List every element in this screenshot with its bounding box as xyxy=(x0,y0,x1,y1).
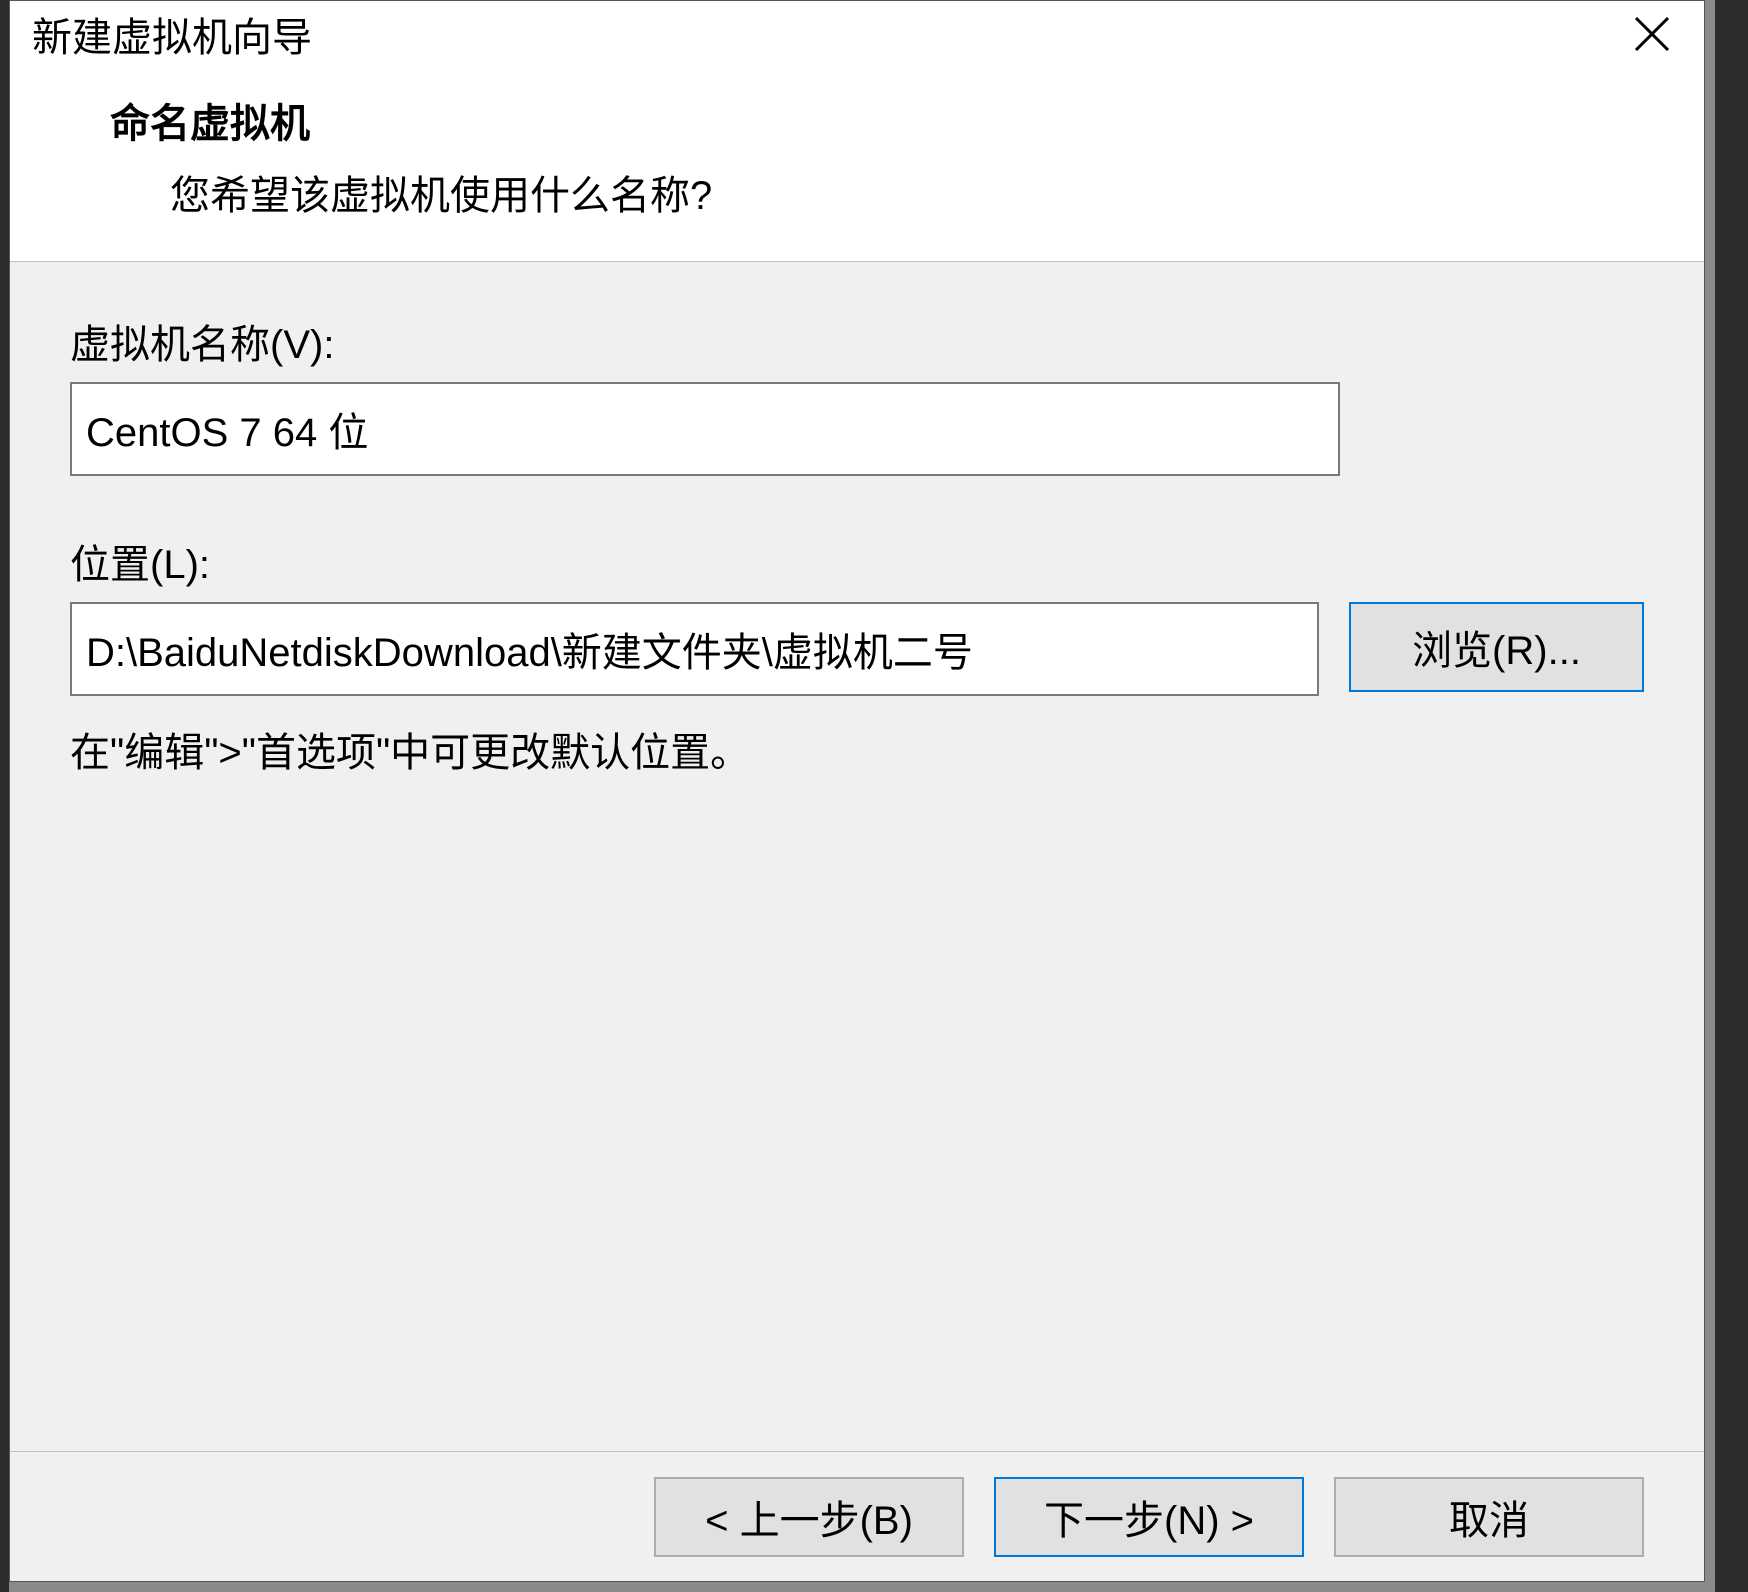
cancel-button[interactable]: 取消 xyxy=(1334,1477,1644,1557)
location-input[interactable] xyxy=(70,602,1319,696)
outer-frame: 新建虚拟机向导 命名虚拟机 您希望该虚拟机使用什么名称? 虚拟机名称(V): 位… xyxy=(0,0,1748,1592)
window-title: 新建虚拟机向导 xyxy=(32,5,312,63)
step-title: 命名虚拟机 xyxy=(110,91,1644,149)
next-button[interactable]: 下一步(N) > xyxy=(994,1477,1304,1557)
close-icon xyxy=(1634,16,1670,52)
location-label: 位置(L): xyxy=(70,532,1644,590)
dialog-shadow-right xyxy=(1705,0,1715,1582)
titlebar: 新建虚拟机向导 xyxy=(10,1,1704,67)
location-hint: 在"编辑">"首选项"中可更改默认位置。 xyxy=(70,720,1644,778)
form-area: 虚拟机名称(V): 位置(L): 浏览(R)... 在"编辑">"首选项"中可更… xyxy=(10,262,1704,1451)
wizard-header: 命名虚拟机 您希望该虚拟机使用什么名称? xyxy=(10,67,1704,261)
location-row: 浏览(R)... xyxy=(70,602,1644,696)
back-button[interactable]: < 上一步(B) xyxy=(654,1477,964,1557)
vm-name-label: 虚拟机名称(V): xyxy=(70,312,1644,370)
step-subtitle: 您希望该虚拟机使用什么名称? xyxy=(110,163,1644,221)
vm-name-input[interactable] xyxy=(70,382,1340,476)
close-button[interactable] xyxy=(1622,4,1682,64)
dialog-footer: < 上一步(B) 下一步(N) > 取消 xyxy=(10,1451,1704,1581)
browse-button[interactable]: 浏览(R)... xyxy=(1349,602,1644,692)
spacer xyxy=(70,476,1644,532)
wizard-dialog: 新建虚拟机向导 命名虚拟机 您希望该虚拟机使用什么名称? 虚拟机名称(V): 位… xyxy=(9,0,1705,1582)
dialog-shadow-bottom xyxy=(9,1582,1715,1592)
